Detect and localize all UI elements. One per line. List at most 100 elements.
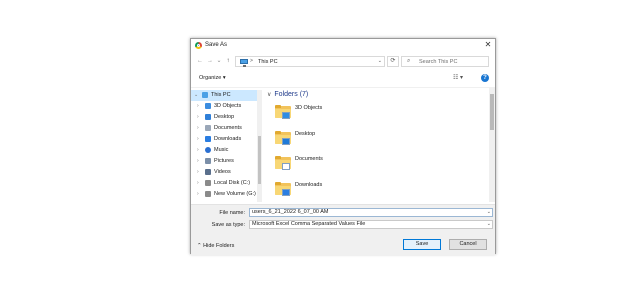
desktop-icon	[205, 114, 211, 120]
cube-icon	[282, 112, 290, 119]
back-arrow-icon[interactable]: ←	[196, 57, 204, 66]
hide-folders-label: Hide Folders	[203, 243, 235, 249]
sidebar-item-3d-objects[interactable]: › 3D Objects	[191, 101, 257, 112]
nav-scrollbar[interactable]	[257, 90, 262, 202]
sidebar-item-local-disk-c[interactable]: › Local Disk (C:)	[191, 178, 257, 189]
disk-icon	[205, 191, 211, 197]
up-arrow-icon[interactable]: ↑	[224, 57, 232, 66]
folder-label: Desktop	[295, 130, 316, 137]
chevron-right-icon[interactable]: ›	[197, 136, 199, 142]
folder-label: Documents	[295, 156, 323, 162]
navigation-pane: › New Volume (G:) › Local Disk (C:) › Videos ›…	[191, 90, 262, 202]
folder-icon	[275, 181, 291, 196]
savetype-select[interactable]: Microsoft Excel Comma Separated Values F…	[249, 220, 493, 229]
document-icon	[205, 125, 211, 131]
sidebar-item-label: Music	[214, 147, 229, 153]
chevron-right-icon[interactable]: ›	[197, 125, 199, 131]
filename-dropdown-chevron-icon[interactable]: ⌄	[487, 209, 491, 216]
search-icon: ⌕	[407, 58, 411, 64]
cancel-button[interactable]: Cancel	[449, 239, 487, 250]
sidebar-item-label: Desktop	[214, 114, 235, 120]
chrome-icon	[195, 42, 202, 49]
view-options-icon[interactable]: ☷ ▾	[453, 74, 463, 81]
chevron-down-icon[interactable]: ⌄	[194, 92, 198, 98]
pc-icon	[240, 59, 248, 67]
file-list-scrollbar-thumb[interactable]	[490, 94, 494, 130]
sidebar-item-label: Local Disk (C:)	[214, 180, 251, 186]
chevron-right-icon[interactable]: ›	[197, 103, 199, 109]
sidebar-item-label: Videos	[214, 169, 231, 175]
save-footer: File name: users_6_21_2022 6_07_00 AM ⌄ …	[191, 204, 495, 255]
folder-label: 3D Objects	[295, 105, 323, 111]
sidebar-item-this-pc[interactable]: ⌄ This PC	[191, 90, 257, 101]
sidebar-item-pictures[interactable]: › Pictures	[191, 156, 257, 167]
chevron-down-icon: ∨	[267, 92, 272, 98]
organize-button[interactable]: Organize ▾	[199, 75, 226, 81]
folder-item-documents[interactable]: Documents	[275, 154, 395, 178]
cube-icon	[205, 103, 211, 109]
command-bar: Organize ▾ ☷ ▾ ?	[191, 72, 495, 84]
music-icon	[205, 147, 211, 153]
download-icon	[282, 188, 290, 196]
disk-icon	[205, 180, 211, 186]
refresh-button[interactable]: ⟳	[387, 56, 399, 67]
file-list-scrollbar[interactable]	[489, 88, 495, 202]
filename-label: File name:	[219, 210, 245, 216]
chevron-right-icon[interactable]: ›	[197, 158, 199, 164]
search-box[interactable]: ⌕ Search This PC	[401, 56, 489, 67]
savetype-label: Save as type:	[211, 222, 245, 228]
sidebar-item-label: Documents	[214, 125, 242, 131]
save-as-dialog: Save As ✕ ← → ⌄ ↑ > This PC ⌄ ⟳ ⌕ Search…	[190, 38, 496, 255]
file-list: ∨ Folders (7) 3D Objects Desktop Documents D…	[265, 88, 489, 202]
close-button[interactable]: ✕	[483, 39, 493, 51]
sidebar-item-music[interactable]: › Music	[191, 145, 257, 156]
folder-item-downloads[interactable]: Downloads	[275, 180, 395, 203]
folder-icon	[275, 130, 291, 145]
chevron-right-icon[interactable]: ›	[197, 180, 199, 186]
chevron-right-icon[interactable]: ›	[197, 114, 199, 120]
nav-scrollbar-thumb[interactable]	[258, 136, 261, 184]
path-text[interactable]: This PC	[258, 59, 278, 65]
title-bar: Save As ✕	[191, 39, 495, 53]
sidebar-item-downloads[interactable]: › Downloads	[191, 134, 257, 145]
path-box[interactable]: > This PC ⌄	[235, 56, 385, 67]
folder-item-desktop[interactable]: Desktop	[275, 129, 395, 153]
pc-icon	[202, 92, 208, 98]
document-icon	[282, 163, 290, 170]
filename-field[interactable]: users_6_21_2022 6_07_00 AM ⌄	[249, 208, 493, 217]
search-input-placeholder[interactable]: Search This PC	[419, 59, 457, 65]
chevron-right-icon[interactable]: ›	[197, 147, 199, 153]
forward-arrow-icon[interactable]: →	[206, 57, 214, 66]
chevron-right-icon[interactable]: ›	[197, 169, 199, 175]
filename-value: users_6_21_2022 6_07_00 AM	[252, 209, 329, 215]
address-bar: ← → ⌄ ↑ > This PC ⌄ ⟳ ⌕ Search This PC	[191, 55, 495, 69]
recent-locations-chevron-icon[interactable]: ⌄	[215, 57, 223, 66]
folders-group-label: Folders (7)	[274, 91, 309, 98]
path-separator: >	[250, 58, 253, 64]
folder-icon	[275, 105, 291, 119]
savetype-value: Microsoft Excel Comma Separated Values F…	[252, 221, 366, 227]
browser-area: › New Volume (G:) › Local Disk (C:) › Videos ›…	[191, 87, 495, 204]
sidebar-item-new-volume-g[interactable]: › New Volume (G:)	[191, 189, 257, 200]
sidebar-item-label: This PC	[211, 92, 231, 98]
chevron-up-icon: ⌃	[197, 243, 202, 249]
download-icon	[205, 136, 211, 142]
desktop-icon	[282, 137, 290, 145]
savetype-dropdown-chevron-icon[interactable]: ⌄	[487, 221, 491, 228]
save-button[interactable]: Save	[403, 239, 441, 250]
help-icon[interactable]: ?	[481, 74, 489, 82]
folder-icon	[275, 156, 291, 170]
hide-folders-toggle[interactable]: ⌃ Hide Folders	[197, 243, 234, 249]
path-dropdown-chevron-icon[interactable]: ⌄	[378, 58, 382, 64]
sidebar-item-label: 3D Objects	[214, 103, 242, 109]
sidebar-item-videos[interactable]: › Videos	[191, 167, 257, 178]
folders-group-header[interactable]: ∨ Folders (7)	[267, 91, 308, 98]
video-icon	[205, 169, 211, 175]
sidebar-item-documents[interactable]: › Documents	[191, 123, 257, 134]
window-title: Save As	[205, 42, 228, 48]
sidebar-item-desktop[interactable]: › Desktop	[191, 112, 257, 123]
sidebar-item-label: New Volume (G:)	[214, 191, 256, 197]
chevron-right-icon[interactable]: ›	[197, 191, 199, 197]
pictures-icon	[205, 158, 211, 164]
folder-item-3d-objects[interactable]: 3D Objects	[275, 103, 395, 127]
